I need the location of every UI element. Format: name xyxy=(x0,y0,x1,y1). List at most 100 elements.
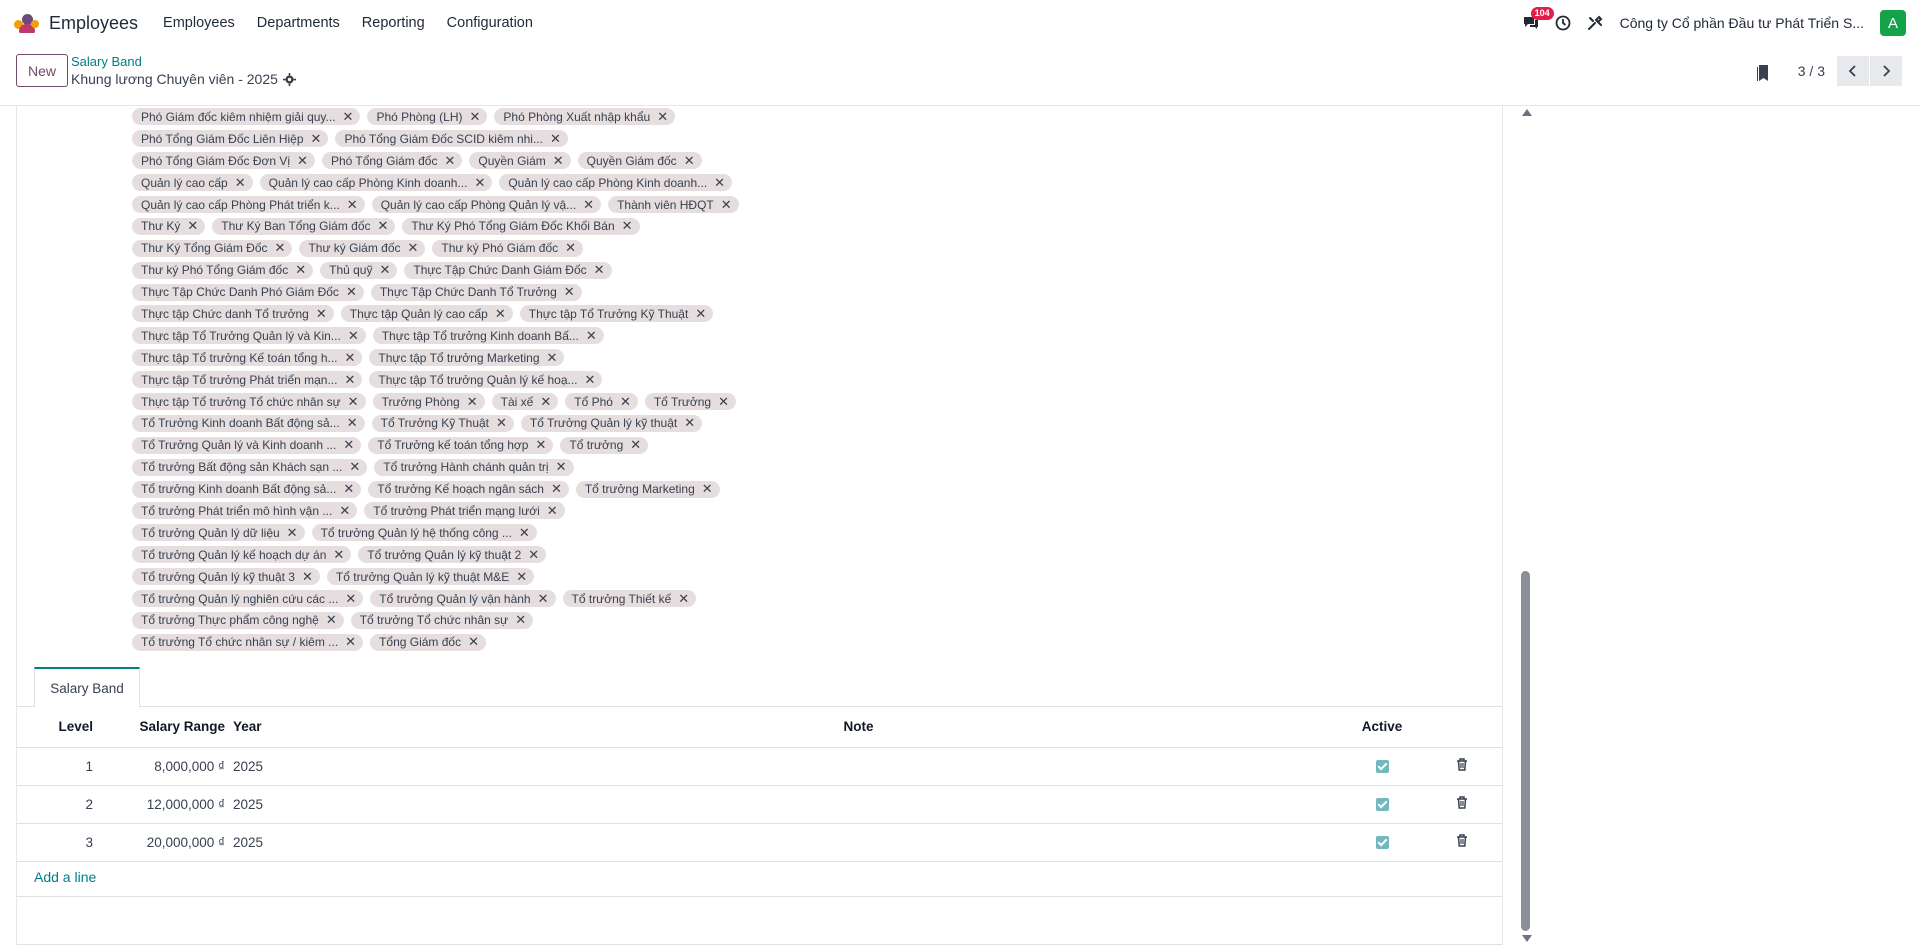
tag-remove-icon[interactable]: ✕ xyxy=(187,218,198,234)
job-position-tag[interactable]: Trưởng Phòng ✕ xyxy=(372,393,485,411)
tag-remove-icon[interactable]: ✕ xyxy=(516,569,527,585)
tag-remove-icon[interactable]: ✕ xyxy=(657,109,668,125)
cell-salary-range[interactable]: 12,000,000 ₫ xyxy=(105,785,225,824)
job-position-tag[interactable]: Quyền Giám đốc ✕ xyxy=(577,152,702,170)
cell-year[interactable]: 2025 xyxy=(225,823,375,862)
job-position-tag[interactable]: Tài xế ✕ xyxy=(491,393,559,411)
job-position-tag[interactable]: Tổ trưởng Marketing ✕ xyxy=(575,480,720,498)
tag-remove-icon[interactable]: ✕ xyxy=(344,372,355,388)
job-position-tag[interactable]: Thực Tập Chức Danh Tổ Trưởng ✕ xyxy=(370,283,582,301)
tag-remove-icon[interactable]: ✕ xyxy=(684,415,695,431)
tab-salary-band[interactable]: Salary Band xyxy=(34,667,140,708)
tag-remove-icon[interactable]: ✕ xyxy=(339,503,350,519)
job-position-tag[interactable]: Tổ Trưởng Quản lý kỹ thuật ✕ xyxy=(520,414,703,432)
active-checkbox[interactable] xyxy=(1375,798,1389,812)
tag-remove-icon[interactable]: ✕ xyxy=(235,175,246,191)
job-position-tag[interactable]: Thực tập Quản lý cao cấp ✕ xyxy=(340,305,513,323)
tag-remove-icon[interactable]: ✕ xyxy=(345,350,356,366)
menu-employees[interactable]: Employees xyxy=(152,15,246,31)
tag-remove-icon[interactable]: ✕ xyxy=(379,262,390,278)
job-position-tag[interactable]: Tổ trưởng Thiết kế ✕ xyxy=(562,590,697,608)
job-position-tag[interactable]: Thư Ký Ban Tổng Giám đốc ✕ xyxy=(212,217,396,235)
job-position-tag[interactable]: Tổ Trưởng ✕ xyxy=(644,393,737,411)
job-position-tag[interactable]: Tổ trưởng Quản lý kỹ thuật 2 ✕ xyxy=(358,546,547,564)
job-position-tag[interactable]: Tổ trưởng Phát triển mạng lưới ✕ xyxy=(364,502,565,520)
tag-remove-icon[interactable]: ✕ xyxy=(586,328,597,344)
tag-remove-icon[interactable]: ✕ xyxy=(316,306,327,322)
job-position-tag[interactable]: Thư Ký Phó Tổng Giám Đốc Khối Bán ✕ xyxy=(402,217,640,235)
job-position-tag[interactable]: Quản lý cao cấp Phòng Phát triển k... ✕ xyxy=(132,196,365,213)
tag-remove-icon[interactable]: ✕ xyxy=(565,240,576,256)
tag-remove-icon[interactable]: ✕ xyxy=(297,153,308,169)
job-position-tag[interactable]: Quản lý cao cấp Phòng Kinh doanh... ✕ xyxy=(259,174,493,192)
tag-remove-icon[interactable]: ✕ xyxy=(551,481,562,497)
job-position-tag[interactable]: Tổ trưởng Bất động sản Khách sạn ... ✕ xyxy=(132,458,368,476)
tag-remove-icon[interactable]: ✕ xyxy=(547,503,558,519)
job-position-tag[interactable]: Thư ký Phó Tổng Giám đốc ✕ xyxy=(132,261,314,279)
tag-remove-icon[interactable]: ✕ xyxy=(620,394,631,410)
job-position-tag[interactable]: Tổ trưởng Quản lý dữ liệu ✕ xyxy=(132,524,305,542)
job-position-tag[interactable]: Thực Tập Chức Danh Phó Giám Đốc ✕ xyxy=(132,283,364,301)
tag-remove-icon[interactable]: ✕ xyxy=(348,328,359,344)
job-position-tag[interactable]: Thư ký Giám đốc ✕ xyxy=(299,239,426,257)
job-position-tag[interactable]: Thư Ký Tổng Giám Đốc ✕ xyxy=(132,239,293,257)
pager-next-button[interactable] xyxy=(1870,56,1902,86)
tag-remove-icon[interactable]: ✕ xyxy=(702,481,713,497)
tag-remove-icon[interactable]: ✕ xyxy=(311,131,322,147)
job-position-tag[interactable]: Tổ Phó ✕ xyxy=(565,393,638,411)
job-position-tag[interactable]: Thủ quỹ ✕ xyxy=(320,261,398,279)
new-button[interactable]: New xyxy=(16,54,68,87)
tag-remove-icon[interactable]: ✕ xyxy=(538,591,549,607)
trash-icon[interactable] xyxy=(1456,796,1468,809)
job-position-tag[interactable]: Tổ trưởng Quản lý kỹ thuật M&E ✕ xyxy=(326,568,535,586)
job-position-tag[interactable]: Phó Phòng Xuất nhập khẩu ✕ xyxy=(494,108,676,126)
job-position-tag[interactable]: Phó Giám đốc kiêm nhiệm giải quy... ✕ xyxy=(132,108,361,126)
col-year[interactable]: Year xyxy=(225,707,375,748)
cell-year[interactable]: 2025 xyxy=(225,747,375,786)
table-row[interactable]: 2 12,000,000 ₫ 2025 xyxy=(17,785,1502,824)
tag-remove-icon[interactable]: ✕ xyxy=(326,612,337,628)
tag-remove-icon[interactable]: ✕ xyxy=(718,394,729,410)
tag-remove-icon[interactable]: ✕ xyxy=(470,109,481,125)
tag-remove-icon[interactable]: ✕ xyxy=(468,634,479,650)
job-position-tag[interactable]: Tổ trưởng Thực phẩm công nghệ ✕ xyxy=(132,611,344,629)
tag-remove-icon[interactable]: ✕ xyxy=(564,284,575,300)
tag-remove-icon[interactable]: ✕ xyxy=(333,547,344,563)
job-position-tag[interactable]: Tổ trưởng Kinh doanh Bất động sả... ✕ xyxy=(132,480,362,498)
tag-remove-icon[interactable]: ✕ xyxy=(556,459,567,475)
job-position-tag[interactable]: Thực tập Tổ trưởng Kế toán tổng h... ✕ xyxy=(132,349,363,367)
activity-clock-icon[interactable] xyxy=(1552,12,1574,34)
add-line-link[interactable]: Add a line xyxy=(34,869,96,885)
job-position-tag[interactable]: Quản lý cao cấp ✕ xyxy=(132,174,253,192)
tag-remove-icon[interactable]: ✕ xyxy=(378,218,389,234)
job-position-tag[interactable]: Tổ trưởng Quản lý kỹ thuật 3 ✕ xyxy=(132,568,320,586)
job-position-tag[interactable]: Thư ký Phó Giám đốc ✕ xyxy=(432,239,584,257)
breadcrumb[interactable]: Salary Band xyxy=(71,54,142,69)
job-position-tag[interactable]: Thực tập Tổ trưởng Kinh doanh Bấ... ✕ xyxy=(372,327,604,345)
tag-remove-icon[interactable]: ✕ xyxy=(295,262,306,278)
job-position-tag[interactable]: Tổ trưởng Quản lý vận hành ✕ xyxy=(370,590,556,608)
tag-remove-icon[interactable]: ✕ xyxy=(585,372,596,388)
tag-remove-icon[interactable]: ✕ xyxy=(343,481,354,497)
tag-remove-icon[interactable]: ✕ xyxy=(444,153,455,169)
job-position-tag[interactable]: Phó Tổng Giám Đốc Liên Hiệp ✕ xyxy=(132,130,329,148)
job-position-tag[interactable]: Tổ trưởng Quản lý kế hoạch dự án ✕ xyxy=(132,546,352,564)
tag-remove-icon[interactable]: ✕ xyxy=(495,306,506,322)
col-active[interactable]: Active xyxy=(1342,707,1422,748)
tag-remove-icon[interactable]: ✕ xyxy=(550,131,561,147)
tag-remove-icon[interactable]: ✕ xyxy=(540,394,551,410)
company-switcher[interactable]: Công ty Cổ phần Đầu tư Phát Triển S... xyxy=(1620,15,1864,31)
job-position-tag[interactable]: Thư Ký ✕ xyxy=(132,217,206,235)
job-position-tag[interactable]: Tổ trưởng Tổ chức nhân sự ✕ xyxy=(350,611,534,629)
cell-level[interactable]: 1 xyxy=(17,747,105,786)
col-salary-range[interactable]: Salary Range xyxy=(105,707,225,748)
scroll-up-icon[interactable] xyxy=(1522,109,1532,116)
tag-remove-icon[interactable]: ✕ xyxy=(408,240,419,256)
app-brand[interactable]: Employees xyxy=(14,13,138,34)
tag-remove-icon[interactable]: ✕ xyxy=(622,218,633,234)
active-checkbox[interactable] xyxy=(1375,836,1389,850)
job-position-tag[interactable]: Thực tập Tổ trưởng Quản lý kế hoạ... ✕ xyxy=(369,371,603,389)
trash-icon[interactable] xyxy=(1456,758,1468,771)
cell-salary-range[interactable]: 20,000,000 ₫ xyxy=(105,823,225,862)
bookmark-icon[interactable] xyxy=(1756,64,1772,82)
